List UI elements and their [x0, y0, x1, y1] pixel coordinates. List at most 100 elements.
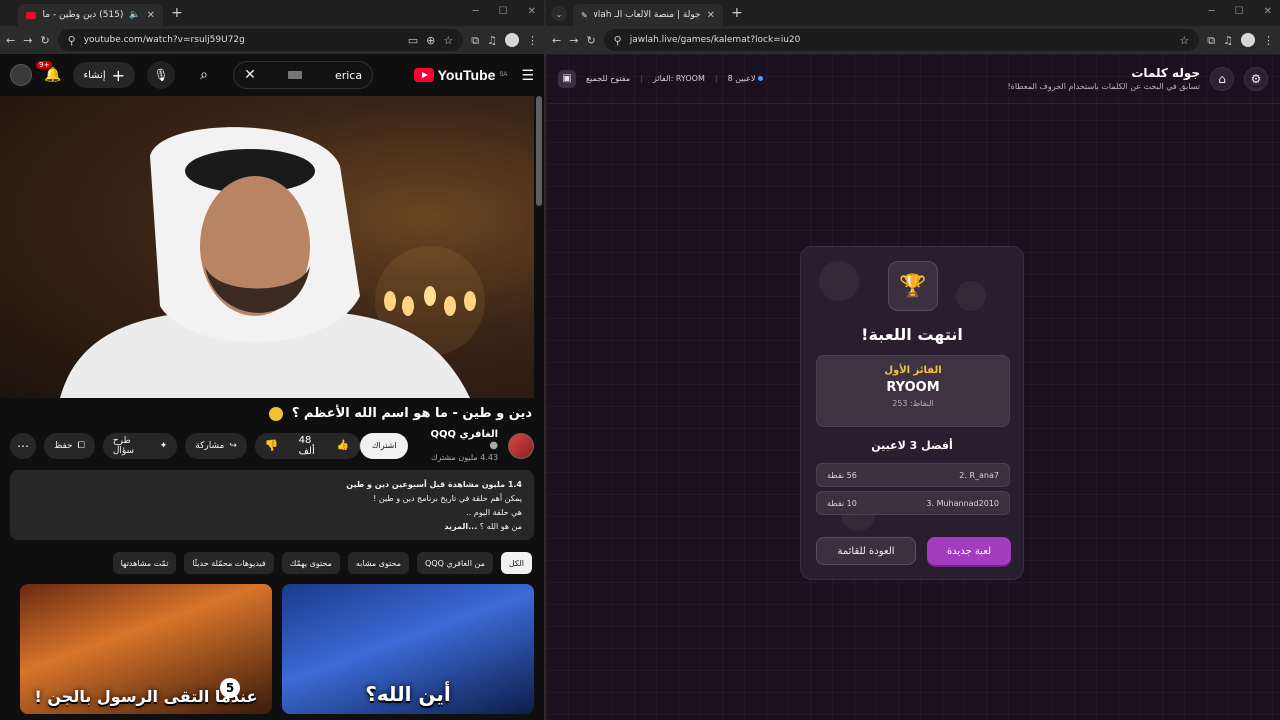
description-box[interactable]: 1.4 مليون مشاهدة قبل أسبوعين دين و طين ي…: [10, 470, 534, 540]
more-actions-icon[interactable]: ⋯: [10, 432, 36, 459]
extensions-icon[interactable]: ⧉: [471, 35, 479, 46]
page-scrollbar[interactable]: [536, 96, 542, 206]
search-input[interactable]: ✕ erica: [233, 61, 374, 89]
share-button[interactable]: مشاركة ↪: [185, 432, 247, 459]
toolbar: ← → ↻ ⚲ youtube.com/watch?v=rsulj59U72g …: [0, 26, 544, 54]
back-icon[interactable]: ←: [6, 35, 15, 46]
back-to-list-button[interactable]: العودة للقائمة: [816, 537, 916, 565]
video-thumbnail[interactable]: عندما التقى الرسول بالجن ! 5: [20, 584, 272, 714]
profile-avatar[interactable]: [1241, 33, 1255, 47]
channel-avatar[interactable]: [508, 432, 534, 459]
chip-watched[interactable]: تمّت مشاهدتها: [112, 552, 177, 574]
profile-avatar[interactable]: [505, 33, 519, 47]
jawlah-favicon-icon: ✎: [581, 10, 588, 20]
reload-icon[interactable]: ↻: [586, 35, 595, 46]
save-label: حفظ: [53, 440, 73, 451]
game-over-card: 🏆 انتهت اللعبة! الفائز الأول RYOOM النقا…: [800, 246, 1024, 580]
winner-label: الفائز الأول: [884, 365, 942, 376]
recommended-videos: أين الله؟ عندما التقى الرسول بالجن ! 5: [0, 580, 544, 718]
cast-icon[interactable]: ▭: [408, 35, 418, 46]
media-icon[interactable]: ♫: [1223, 35, 1233, 46]
reload-icon[interactable]: ↻: [40, 35, 49, 46]
trophy-icon: 🏆: [888, 261, 938, 311]
menu-icon[interactable]: ⋮: [527, 35, 538, 46]
extensions-icon[interactable]: ⧉: [1207, 35, 1215, 46]
zoom-icon[interactable]: ⊕: [426, 35, 435, 46]
ask-button[interactable]: طرح سؤال ✦: [102, 432, 178, 459]
home-icon[interactable]: ⌂: [1210, 66, 1234, 91]
keyboard-icon[interactable]: [288, 71, 303, 79]
forward-icon[interactable]: →: [569, 35, 578, 46]
search-value: erica: [334, 68, 363, 82]
dislike-icon[interactable]: 👎: [255, 433, 289, 459]
separator: |: [714, 74, 718, 83]
new-game-button[interactable]: لعبة جديدة: [927, 537, 1011, 565]
url-text: youtube.com/watch?v=rsulj59U72g: [83, 35, 245, 45]
forward-icon[interactable]: →: [23, 35, 32, 46]
channel-name-text: الغافري QQQ: [430, 429, 499, 440]
channel-name[interactable]: الغافري QQQ ●: [418, 429, 499, 451]
new-tab-button[interactable]: +: [731, 5, 743, 21]
subscribe-button[interactable]: اشتراك: [359, 432, 409, 459]
menu-icon[interactable]: ⋮: [1263, 35, 1274, 46]
close-window-icon[interactable]: ✕: [1264, 6, 1272, 17]
ask-label: طرح سؤال: [112, 435, 135, 456]
filter-chips: الكل من الغافري QQQ محتوى مشابه محتوى يه…: [0, 546, 544, 580]
jawlah-tab[interactable]: ✎ جولة | منصة الألعاب الـ Jawlah ✕: [573, 4, 723, 26]
notification-badge: 9+: [36, 61, 53, 69]
chip-recent[interactable]: فيديوهات محمّلة حديثًا: [184, 552, 274, 574]
chip-for-you[interactable]: محتوى يهمّك: [281, 552, 340, 574]
settings-gear-icon[interactable]: ⚙: [1244, 66, 1268, 91]
window-controls: ─ ☐ ✕: [1209, 6, 1272, 17]
search-icon[interactable]: ⌕: [187, 61, 221, 89]
leaderboard-row: 56 نقطة 2. R_ana7: [816, 463, 1010, 487]
maximize-icon[interactable]: ☐: [499, 6, 508, 17]
back-icon[interactable]: ←: [552, 35, 561, 46]
jawlah-window: ⌄ ✎ جولة | منصة الألعاب الـ Jawlah ✕ + ─…: [546, 0, 1280, 720]
winner-name: RYOOM: [886, 380, 940, 395]
room-visibility: مفتوح للجميع: [586, 74, 631, 83]
bookmark-star-icon[interactable]: ☆: [1179, 35, 1189, 46]
region-code: SA: [499, 72, 508, 78]
video-title-text: دين و طين - ما هو اسم الله الأعظم ؟: [291, 406, 532, 421]
separator: |: [640, 74, 643, 83]
media-icon[interactable]: ♫: [487, 35, 497, 46]
minimize-icon[interactable]: ─: [473, 6, 479, 17]
minimize-icon[interactable]: ─: [1209, 6, 1215, 17]
create-button[interactable]: إنشاء +: [73, 62, 136, 88]
save-button[interactable]: حفظ ⧠: [43, 432, 95, 459]
tab-search-icon[interactable]: ⌄: [551, 6, 567, 22]
more-link[interactable]: ...المزيد: [444, 522, 477, 531]
youtube-tab[interactable]: (515) دين وطين - ما هو اسم ال 🔈 ✕: [18, 4, 163, 26]
close-window-icon[interactable]: ✕: [528, 6, 536, 17]
bookmark-star-icon[interactable]: ☆: [443, 35, 453, 46]
share-icon: ↪: [229, 440, 237, 451]
youtube-logo[interactable]: YouTube SA ☰: [413, 67, 534, 84]
close-tab-icon[interactable]: ✕: [707, 10, 715, 21]
address-bar[interactable]: ⚲ youtube.com/watch?v=rsulj59U72g ▭ ⊕ ☆: [57, 29, 464, 51]
maximize-icon[interactable]: ☐: [1235, 6, 1244, 17]
like-button[interactable]: 48 ألف 👍: [289, 432, 360, 459]
account-avatar[interactable]: [10, 64, 32, 86]
close-tab-icon[interactable]: ✕: [147, 10, 155, 21]
player-score: 56 نقطة: [827, 470, 857, 480]
youtube-window: (515) دين وطين - ما هو اسم ال 🔈 ✕ + ─ ☐ …: [0, 0, 544, 720]
new-tab-button[interactable]: +: [171, 5, 183, 21]
game-app: ▣ مفتوح للجميع | الفائز: RYOOM | 8 لاعبي…: [546, 54, 1280, 720]
site-info-icon[interactable]: ⚲: [614, 35, 622, 46]
tab-title: (515) دين وطين - ما هو اسم ال: [42, 10, 124, 20]
chip-related[interactable]: محتوى مشابه: [347, 552, 410, 574]
clear-search-icon[interactable]: ✕: [244, 67, 256, 83]
room-icon[interactable]: ▣: [558, 69, 576, 88]
address-bar[interactable]: ⚲ jawlah.live/games/kalemat?lock=iu20 ☆: [603, 29, 1200, 51]
voice-search-icon[interactable]: 🎙: [147, 61, 176, 89]
notifications-bell-icon[interactable]: 🔔 9+: [36, 61, 61, 83]
hamburger-menu-icon[interactable]: ☰: [521, 67, 534, 84]
top-players-title: أفضل 3 لاعبين: [871, 439, 953, 452]
site-info-icon[interactable]: ⚲: [68, 35, 76, 46]
logo-text: YouTube: [437, 67, 496, 83]
chip-all[interactable]: الكل: [500, 552, 532, 574]
video-player[interactable]: [0, 96, 534, 398]
chip-channel[interactable]: من الغافري QQQ: [417, 552, 493, 574]
video-thumbnail[interactable]: أين الله؟: [282, 584, 534, 714]
